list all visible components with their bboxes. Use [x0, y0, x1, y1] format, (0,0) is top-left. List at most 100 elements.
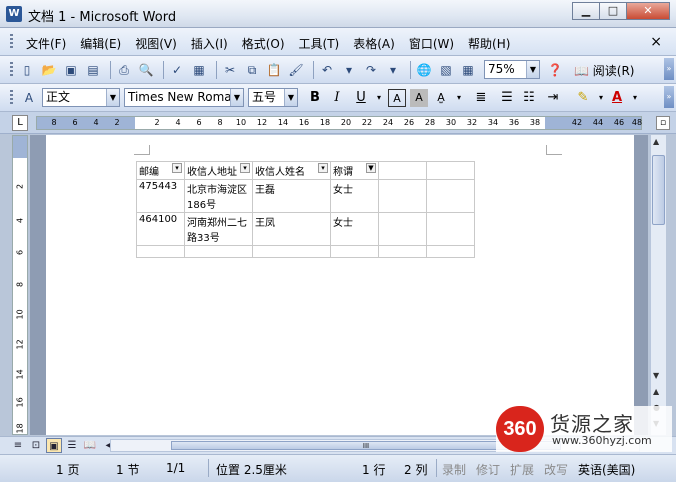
- maximize-button[interactable]: □: [599, 2, 627, 20]
- toolbar-grip-handle[interactable]: [10, 90, 13, 106]
- table-cell[interactable]: 女士: [330, 179, 379, 213]
- zoom-select[interactable]: 75% ▼: [484, 60, 540, 79]
- print-icon[interactable]: ⎙: [115, 61, 133, 79]
- table-cell[interactable]: [378, 179, 427, 213]
- format-painter-icon[interactable]: 🖌: [287, 61, 305, 79]
- table-cell[interactable]: 王磊: [252, 179, 331, 213]
- permission-icon[interactable]: ▤: [84, 61, 102, 79]
- outline-view-icon[interactable]: ☰: [64, 438, 80, 453]
- font-size-select[interactable]: 五号 ▼: [248, 88, 298, 107]
- header-cell[interactable]: 邮编 ▾: [136, 161, 185, 180]
- close-window-button[interactable]: ✕: [626, 2, 670, 20]
- status-extend[interactable]: 扩展: [510, 461, 534, 478]
- help-icon[interactable]: ❓: [546, 61, 564, 79]
- research-icon[interactable]: ▦: [190, 61, 208, 79]
- header-cell[interactable]: 收信人地址 ▾: [184, 161, 253, 180]
- redo-dropdown-icon[interactable]: ▾: [384, 61, 402, 79]
- document-page[interactable]: 邮编 ▾ 收信人地址 ▾ 收信人姓名 ▾ 称谓 ▼ 475443 北京市海淀区186号 …: [46, 135, 634, 435]
- table-cell[interactable]: [426, 245, 475, 258]
- table-cell[interactable]: 475443: [136, 179, 185, 213]
- status-track-changes[interactable]: 修订: [476, 461, 500, 478]
- table-cell[interactable]: [136, 245, 185, 258]
- cut-icon[interactable]: ✂: [221, 61, 239, 79]
- filter-active-icon[interactable]: ▼: [366, 163, 376, 173]
- filter-dropdown-icon[interactable]: ▾: [318, 163, 328, 173]
- menu-grip-handle[interactable]: [10, 34, 13, 50]
- web-layout-icon[interactable]: ⊡: [28, 438, 44, 453]
- chevron-down-icon[interactable]: ▼: [230, 89, 243, 106]
- scroll-up-icon[interactable]: ▲: [653, 137, 659, 146]
- menu-view[interactable]: 视图(V): [135, 35, 177, 52]
- status-overtype[interactable]: 改写: [544, 461, 568, 478]
- normal-view-icon[interactable]: ≡: [10, 438, 26, 453]
- vertical-ruler[interactable]: 2 4 6 8 10 12 14 16 18: [12, 135, 28, 435]
- menu-insert[interactable]: 插入(I): [191, 35, 228, 52]
- redo-icon[interactable]: ↷: [362, 61, 380, 79]
- header-cell[interactable]: [378, 161, 427, 180]
- table-cell[interactable]: 464100: [136, 212, 185, 246]
- chevron-down-icon[interactable]: ▼: [106, 89, 119, 106]
- filter-dropdown-icon[interactable]: ▾: [240, 163, 250, 173]
- horizontal-ruler[interactable]: 8 6 4 2 2 4 6 8 10 12 14 16 18 20 22 24 …: [36, 116, 642, 130]
- table-cell[interactable]: 王凤: [252, 212, 331, 246]
- table-cell[interactable]: [378, 245, 427, 258]
- toolbar-options-icon[interactable]: »: [664, 86, 674, 108]
- reading-view-icon[interactable]: 📖: [82, 438, 98, 453]
- underline-button[interactable]: U: [352, 89, 370, 107]
- underline-dropdown-icon[interactable]: ▾: [370, 89, 388, 107]
- toolbar-grip-handle[interactable]: [10, 62, 13, 78]
- char-scale-icon[interactable]: A̺: [432, 89, 450, 107]
- table-cell[interactable]: 女士: [330, 212, 379, 246]
- ruler-toggle-icon[interactable]: ▫: [656, 116, 670, 130]
- menu-window[interactable]: 窗口(W): [409, 35, 454, 52]
- styles-formatting-icon[interactable]: A: [20, 89, 38, 107]
- tab-selector-icon[interactable]: L: [12, 115, 28, 131]
- char-shading-icon[interactable]: A: [410, 89, 428, 107]
- font-color-dropdown-icon[interactable]: ▾: [626, 89, 644, 107]
- menu-table[interactable]: 表格(A): [353, 35, 395, 52]
- paste-icon[interactable]: 📋: [265, 61, 283, 79]
- scroll-down-icon[interactable]: ▼: [653, 371, 659, 380]
- font-select[interactable]: Times New Roman ▼: [124, 88, 244, 107]
- status-record[interactable]: 录制: [442, 461, 466, 478]
- font-color-icon[interactable]: A: [608, 89, 626, 107]
- open-folder-icon[interactable]: 📂: [40, 61, 58, 79]
- align-justify-icon[interactable]: ≣: [472, 89, 490, 107]
- table-cell[interactable]: [252, 245, 331, 258]
- char-border-icon[interactable]: A: [388, 89, 406, 107]
- vertical-scroll-thumb[interactable]: [652, 155, 665, 225]
- highlight-icon[interactable]: ✎: [574, 89, 592, 107]
- print-preview-icon[interactable]: 🔍: [137, 61, 155, 79]
- insert-table-icon[interactable]: ▦: [459, 61, 477, 79]
- word-app-icon[interactable]: W: [6, 6, 22, 22]
- table-cell[interactable]: 河南郑州二七路33号: [184, 212, 253, 246]
- header-cell[interactable]: 收信人姓名 ▾: [252, 161, 331, 180]
- filter-dropdown-icon[interactable]: ▾: [172, 163, 182, 173]
- undo-dropdown-icon[interactable]: ▾: [340, 61, 358, 79]
- hyperlink-icon[interactable]: 🌐: [415, 61, 433, 79]
- copy-icon[interactable]: ⧉: [243, 61, 261, 79]
- reading-layout-button[interactable]: 📖 阅读(R): [574, 62, 634, 79]
- close-document-button[interactable]: ×: [650, 34, 662, 50]
- style-select[interactable]: 正文 ▼: [42, 88, 120, 107]
- table-cell[interactable]: [426, 212, 475, 246]
- undo-icon[interactable]: ↶: [318, 61, 336, 79]
- new-document-icon[interactable]: ▯: [18, 61, 36, 79]
- menu-edit[interactable]: 编辑(E): [80, 35, 121, 52]
- table-cell[interactable]: [330, 245, 379, 258]
- table-cell[interactable]: 北京市海淀区186号: [184, 179, 253, 213]
- menu-file[interactable]: 文件(F): [26, 35, 66, 52]
- minimize-button[interactable]: ▁: [572, 2, 600, 20]
- header-cell[interactable]: [426, 161, 475, 180]
- mail-merge-table[interactable]: 邮编 ▾ 收信人地址 ▾ 收信人姓名 ▾ 称谓 ▼ 475443 北京市海淀区186号 …: [136, 161, 475, 258]
- table-cell[interactable]: [184, 245, 253, 258]
- menu-tools[interactable]: 工具(T): [299, 35, 340, 52]
- tables-borders-icon[interactable]: ▧: [437, 61, 455, 79]
- bold-button[interactable]: B: [306, 89, 324, 107]
- numbering-icon[interactable]: ☰: [498, 89, 516, 107]
- print-layout-icon[interactable]: ▣: [46, 438, 62, 453]
- bullets-icon[interactable]: ☷: [520, 89, 538, 107]
- menu-format[interactable]: 格式(O): [242, 35, 285, 52]
- indent-icon[interactable]: ⇥: [544, 89, 562, 107]
- vertical-scrollbar[interactable]: ▲ ▼ ▲ ● ▼: [650, 135, 666, 435]
